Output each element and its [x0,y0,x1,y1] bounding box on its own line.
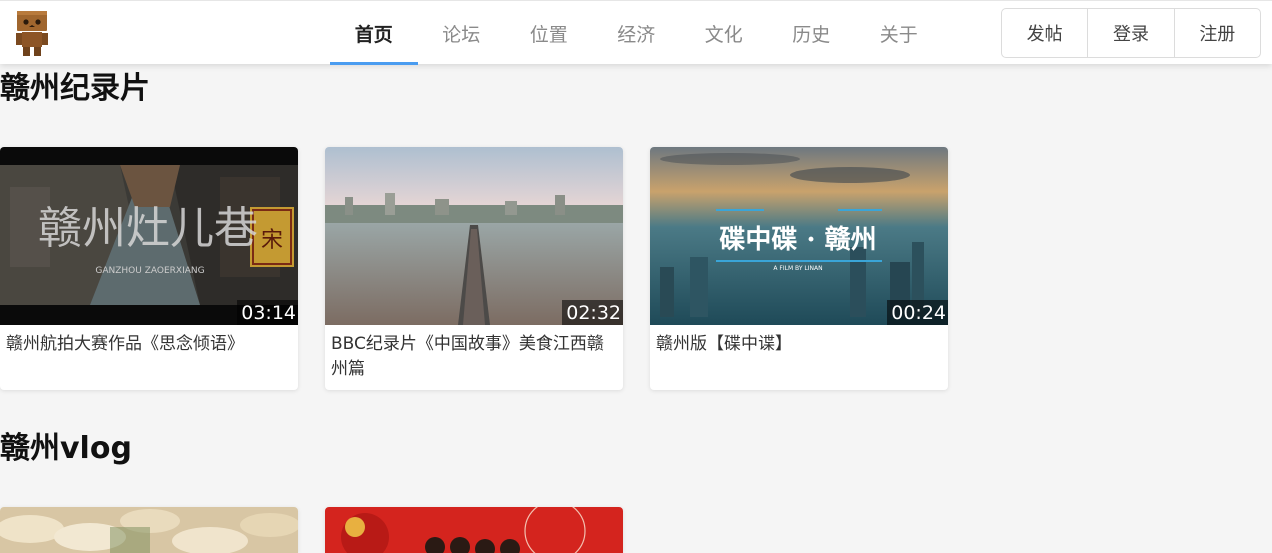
nav-item-location[interactable]: 位置 [505,1,593,65]
site-logo[interactable] [14,9,50,57]
video-thumbnail: 宋 赣州灶儿巷 GANZHOU ZAOERXIANG 03:14 [0,147,298,325]
video-overlay-title: 赣州灶儿巷 [38,203,258,254]
login-button[interactable]: 登录 [1088,9,1175,57]
nav-item-culture[interactable]: 文化 [680,1,768,65]
nav-item-economy[interactable]: 经济 [593,1,681,65]
section-title-documentary: 赣州纪录片 [0,71,150,106]
nav-item-forum[interactable]: 论坛 [418,1,506,65]
register-button[interactable]: 注册 [1175,9,1260,57]
video-title[interactable]: BBC纪录片《中国故事》美食江西赣州篇 [325,325,623,390]
danbo-logo-icon [16,11,48,56]
shop-sign-char: 宋 [261,228,283,253]
video-thumbnail: 碟中碟 · 赣州 A FILM BY LINAN 00:24 [650,147,948,325]
video-card[interactable] [325,507,623,553]
video-duration: 02:32 [562,300,623,325]
video-overlay-title: 碟中碟 · 赣州 [719,224,876,255]
account-actions: 发帖 登录 注册 [1001,8,1261,58]
post-button[interactable]: 发帖 [1002,9,1089,57]
nav-item-home[interactable]: 首页 [330,1,418,65]
nav-item-about[interactable]: 关于 [855,1,943,65]
video-duration: 03:14 [237,300,298,325]
video-card[interactable]: 02:32 BBC纪录片《中国故事》美食江西赣州篇 [325,147,623,390]
section-title-vlog: 赣州vlog [0,431,132,466]
video-duration: 00:24 [887,300,948,325]
video-card[interactable]: 碟中碟 · 赣州 A FILM BY LINAN 00:24 赣州版【碟中谍】 [650,147,948,390]
video-overlay-subtitle: A FILM BY LINAN [773,265,822,272]
video-card[interactable]: 宋 赣州灶儿巷 GANZHOU ZAOERXIANG 03:14 赣州航拍大赛作… [0,147,298,390]
top-navigation-bar: 首页 论坛 位置 经济 文化 历史 关于 发帖 登录 注册 [0,0,1272,65]
video-thumbnail [325,507,623,553]
nav-item-history[interactable]: 历史 [768,1,856,65]
video-title[interactable]: 赣州版【碟中谍】 [650,325,948,390]
video-overlay-subtitle: GANZHOU ZAOERXIANG [95,266,204,276]
video-title[interactable]: 赣州航拍大赛作品《思念倾语》 [0,325,298,390]
video-thumbnail: 02:32 [325,147,623,325]
video-card[interactable] [0,507,298,553]
video-thumbnail [0,507,298,553]
main-nav: 首页 论坛 位置 经济 文化 历史 关于 [330,1,943,65]
